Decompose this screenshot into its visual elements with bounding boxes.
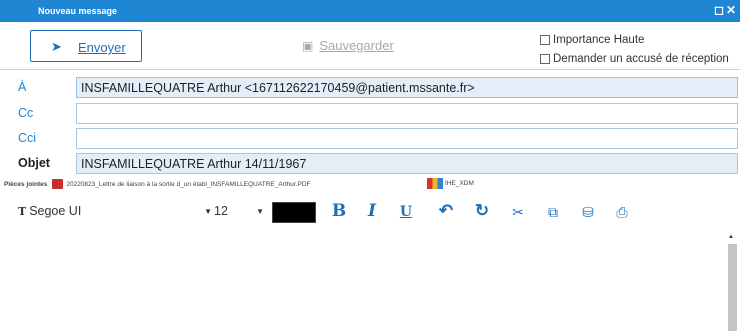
window-title: Nouveau message	[38, 6, 118, 16]
chevron-down-icon: ▼	[256, 207, 264, 216]
font-type-icon: T	[18, 205, 27, 218]
bcc-field[interactable]	[76, 128, 738, 149]
underline-icon[interactable]: U	[396, 204, 416, 220]
read-receipt-option[interactable]: Demander un accusé de réception	[540, 53, 729, 65]
subject-label: Objet	[18, 156, 50, 170]
high-importance-label: Importance Haute	[553, 34, 645, 46]
to-label: À	[18, 80, 27, 94]
xdm-archive-icon	[427, 178, 443, 189]
font-family-value: Segoe UI	[29, 204, 82, 218]
scroll-up-icon[interactable]: ▲	[728, 234, 734, 240]
to-field[interactable]: INSFAMILLEQUATRE Arthur <167112622170459…	[76, 77, 738, 98]
scrollbar-thumb[interactable]	[728, 244, 737, 331]
high-importance-checkbox[interactable]	[540, 35, 550, 45]
cc-label: Cc	[18, 106, 34, 120]
font-size-select[interactable]: 12 ▼	[214, 204, 266, 222]
attachments-bar: Pièces jointes 20220823_Lettre de liaiso…	[4, 179, 311, 189]
floppy-disk-icon: ▣	[302, 39, 314, 53]
pdf-file-icon	[52, 179, 64, 189]
subject-field[interactable]: INSFAMILLEQUATRE Arthur 14/11/1967	[76, 153, 738, 174]
redo-icon[interactable]: ↻	[472, 201, 492, 221]
read-receipt-checkbox[interactable]	[540, 54, 550, 64]
attachment-pdf[interactable]: 20220823_Lettre de liaison à la sortie d…	[66, 181, 310, 188]
bcc-label: Cci	[18, 131, 37, 145]
cc-field[interactable]	[76, 103, 738, 124]
editor-scrollbar[interactable]: ▲	[726, 230, 738, 331]
read-receipt-label: Demander un accusé de réception	[553, 53, 729, 65]
formatting-toolbar: T Segoe UI ▼ 12 ▼ B I U ↶ ↻ ✂ ⧉ ⛁ ⎙	[0, 196, 740, 230]
font-family-select[interactable]: T Segoe UI ▼	[18, 204, 214, 222]
undo-icon[interactable]: ↶	[436, 201, 456, 221]
paste-icon[interactable]: ⛁	[578, 204, 598, 221]
print-icon[interactable]: ⎙	[612, 204, 632, 221]
save-button-label: Sauvegarder	[319, 38, 394, 53]
chevron-down-icon: ▼	[204, 207, 212, 216]
message-body-editor[interactable]	[18, 232, 722, 331]
save-button[interactable]: ▣ Sauvegarder	[302, 38, 394, 53]
send-button-label: Envoyer	[78, 40, 126, 55]
copy-icon[interactable]: ⧉	[543, 204, 563, 221]
attachment-xdm-item[interactable]: IHE_XDM	[427, 178, 474, 189]
high-importance-option[interactable]: Importance Haute	[540, 34, 644, 46]
paper-plane-icon: ➤	[51, 39, 62, 54]
title-bar: Nouveau message ◻✕	[0, 0, 740, 22]
font-size-value: 12	[214, 204, 228, 218]
attachment-xdm[interactable]: IHE_XDM	[445, 180, 474, 187]
italic-icon[interactable]: I	[362, 201, 382, 221]
window-controls[interactable]: ◻✕	[714, 3, 738, 17]
cut-icon[interactable]: ✂	[508, 204, 528, 221]
attachments-label: Pièces jointes	[4, 180, 48, 188]
compose-window: Nouveau message ◻✕ ➤ Envoyer ▣ Sauvegarde…	[0, 0, 740, 331]
header-divider	[0, 69, 740, 70]
text-color-picker[interactable]	[272, 202, 316, 223]
bold-icon[interactable]: B	[329, 201, 349, 221]
send-button[interactable]: ➤ Envoyer	[30, 30, 142, 62]
